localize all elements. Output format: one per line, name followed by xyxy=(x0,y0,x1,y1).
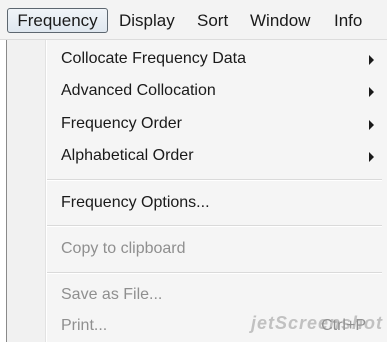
menu-item-advanced-collocation[interactable]: Advanced Collocation xyxy=(7,76,387,106)
menu-separator xyxy=(47,179,382,180)
menu-item-frequency-options[interactable]: Frequency Options... xyxy=(7,188,387,218)
menu-item-alphabetical-order[interactable]: Alphabetical Order xyxy=(7,141,387,171)
menu-item-label: Collocate Frequency Data xyxy=(61,50,246,67)
menu-display[interactable]: Display xyxy=(119,9,175,33)
submenu-arrow-icon xyxy=(369,55,374,65)
menu-item-label: Copy to clipboard xyxy=(61,240,186,257)
menu-bar: Frequency Display Sort Window Info xyxy=(0,0,387,40)
submenu-arrow-icon xyxy=(369,152,374,162)
app-window: Frequency Display Sort Window Info Collo… xyxy=(0,0,387,342)
frequency-dropdown-menu: Collocate Frequency Data Advanced Colloc… xyxy=(6,40,387,342)
menu-item-label: Frequency Options... xyxy=(61,194,210,211)
watermark-logo: jetScreenshot xyxy=(250,313,383,333)
menu-item-collocate-frequency-data[interactable]: Collocate Frequency Data xyxy=(7,44,387,74)
menu-frequency[interactable]: Frequency xyxy=(7,8,108,33)
menu-item-label: Frequency Order xyxy=(61,115,182,132)
menu-item-frequency-order[interactable]: Frequency Order xyxy=(7,109,387,139)
menu-window[interactable]: Window xyxy=(250,9,310,33)
menu-item-label: Save as File... xyxy=(61,286,163,303)
menu-info[interactable]: Info xyxy=(334,9,362,33)
submenu-arrow-icon xyxy=(369,120,374,130)
menu-sort[interactable]: Sort xyxy=(197,9,228,33)
menu-item-label: Advanced Collocation xyxy=(61,82,216,99)
menu-item-copy-to-clipboard[interactable]: Copy to clipboard xyxy=(7,234,387,264)
menu-separator xyxy=(47,272,382,273)
submenu-arrow-icon xyxy=(369,87,374,97)
menu-item-save-as-file[interactable]: Save as File... xyxy=(7,280,387,310)
menu-item-label: Print... xyxy=(61,317,108,334)
menu-item-label: Alphabetical Order xyxy=(61,147,194,164)
menu-separator xyxy=(47,225,382,226)
